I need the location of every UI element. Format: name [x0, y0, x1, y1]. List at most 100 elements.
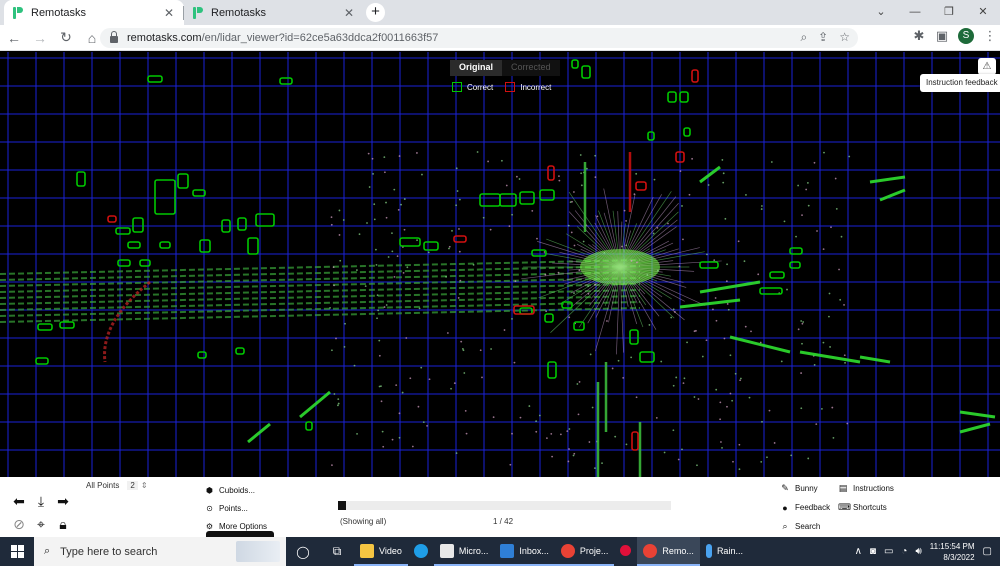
tab-search-icon[interactable]: ⌄: [864, 0, 898, 25]
lidar-point: [398, 155, 401, 157]
taskbar-app-recorder[interactable]: [614, 537, 637, 566]
taskbar-app-microsoft-store[interactable]: Micro...: [433, 537, 495, 566]
browser-tab-1[interactable]: Remotasks ✕: [4, 0, 184, 25]
zoom-icon[interactable]: ⌕: [800, 30, 807, 45]
share-icon[interactable]: ⇪: [818, 30, 828, 45]
taskbar-app-edge[interactable]: [408, 537, 434, 566]
lidar-point: [674, 311, 676, 313]
lidar-point: [621, 245, 623, 248]
lidar-point: [416, 239, 418, 242]
spinner-icon[interactable]: ⇕: [141, 481, 148, 490]
toggle-corrected[interactable]: Corrected: [502, 60, 560, 76]
cortana-icon[interactable]: ◯: [286, 545, 320, 559]
bookmark-star-icon[interactable]: ☆: [839, 30, 850, 45]
lidar-point: [848, 155, 851, 158]
restore-icon[interactable]: ❐: [932, 0, 966, 25]
lidar-point: [831, 406, 834, 409]
points-menu-item[interactable]: ⊙ Points...: [205, 499, 267, 517]
lidar-point: [383, 156, 386, 158]
lidar-point: [501, 159, 503, 162]
lidar-point: [576, 383, 579, 385]
lidar-point: [458, 198, 461, 201]
point-cloud-scene[interactable]: [0, 52, 1000, 477]
feedback-link[interactable]: ● Feedback: [780, 502, 838, 513]
side-panel-icon[interactable]: ▣: [935, 28, 949, 44]
lidar-ground-streak: [0, 301, 641, 317]
address-bar[interactable]: remotasks.com/en/lidar_viewer?id=62ce5a6…: [100, 28, 858, 48]
app-label: Remo...: [662, 545, 694, 556]
notifications-icon[interactable]: ▢: [983, 546, 992, 557]
lidar-point: [568, 428, 571, 430]
lidar-point: [579, 154, 582, 156]
arrow-right-icon[interactable]: ➡: [52, 493, 74, 510]
lidar-point: [330, 216, 333, 219]
cuboids-menu-item[interactable]: ⬢ Cuboids...: [205, 481, 267, 499]
close-window-icon[interactable]: ✕: [966, 0, 1000, 25]
lidar-point: [373, 203, 376, 206]
lidar-point: [738, 443, 741, 446]
lidar-point: [427, 251, 430, 254]
lidar-point: [567, 224, 570, 227]
browser-tab-2[interactable]: Remotasks ✕: [184, 0, 364, 25]
taskbar-app-video[interactable]: Video: [354, 537, 408, 566]
taskbar-app-mail[interactable]: Inbox...: [494, 537, 555, 566]
taskbar-app-chrome-project[interactable]: Proje...: [554, 537, 615, 566]
chevron-up-icon[interactable]: ∧: [855, 546, 862, 557]
lidar-point: [403, 228, 406, 231]
lidar-point: [456, 190, 459, 192]
toggle-original[interactable]: Original: [450, 60, 503, 76]
lidar-point: [757, 273, 760, 276]
wifi-icon[interactable]: ◔: [901, 546, 907, 557]
record-icon: [620, 545, 632, 556]
frame-progress-bar[interactable]: [338, 501, 671, 510]
lidar-point: [393, 275, 396, 278]
shortcuts-link[interactable]: ⌨ Shortcuts: [838, 502, 918, 513]
volume-icon[interactable]: 🔊︎: [915, 546, 921, 557]
lidar-point: [646, 274, 649, 276]
lidar-point: [489, 228, 492, 231]
lidar-point: [482, 216, 485, 219]
arrow-left-icon[interactable]: ⬅: [8, 493, 30, 510]
close-icon[interactable]: ✕: [162, 6, 176, 20]
menu-kebab-icon[interactable]: ⋮: [983, 28, 997, 44]
taskbar-app-rainmeter[interactable]: Rain...: [700, 537, 749, 566]
lock-icon[interactable]: [110, 31, 118, 43]
bunny-link[interactable]: ✎ Bunny: [780, 483, 838, 494]
back-icon[interactable]: ←: [2, 30, 26, 46]
tab-title: Remotasks: [31, 6, 87, 19]
taskbar-search[interactable]: ⌕ Type here to search: [34, 537, 286, 566]
instructions-link[interactable]: ▤ Instructions: [838, 483, 918, 494]
new-tab-button[interactable]: +: [366, 3, 385, 22]
forward-icon[interactable]: →: [28, 30, 52, 46]
lidar-point: [462, 349, 465, 352]
profile-avatar[interactable]: S: [958, 28, 974, 44]
lock-icon[interactable]: 🔒︎: [52, 516, 74, 533]
frame-filter-label: (Showing all): [340, 517, 387, 526]
lidar-point: [770, 161, 773, 163]
lidar-point: [487, 160, 489, 163]
task-view-icon[interactable]: ⧉: [320, 544, 354, 559]
reload-icon[interactable]: ↻: [54, 29, 78, 46]
compass-icon[interactable]: ⊘: [8, 516, 30, 533]
lidar-point: [760, 205, 763, 207]
taskbar-app-chrome-remotasks[interactable]: Remo...: [637, 537, 700, 566]
search-link[interactable]: ⌕ Search: [780, 521, 838, 532]
minimize-icon[interactable]: —: [898, 0, 932, 25]
lidar-point: [457, 297, 460, 299]
network-icon[interactable]: ▭: [884, 546, 893, 557]
legend-incorrect-swatch: [505, 82, 516, 92]
all-points-selector[interactable]: All Points 2 ⇕: [86, 481, 148, 490]
camera-icon[interactable]: ◙: [870, 546, 876, 557]
lidar-viewer-canvas[interactable]: Original Corrected Correct Incorrect ⚠ I…: [0, 52, 1000, 477]
all-points-count[interactable]: 2: [127, 481, 138, 490]
lidar-point: [375, 263, 378, 266]
lidar-point: [660, 360, 663, 363]
arrow-down-to-line-icon[interactable]: ⤓: [30, 493, 52, 510]
close-icon[interactable]: ✕: [342, 6, 356, 20]
extensions-icon[interactable]: ✱: [912, 28, 926, 44]
lidar-annotation-streak: [699, 165, 721, 184]
instruction-feedback-button[interactable]: ⚠: [978, 58, 996, 75]
start-button[interactable]: [0, 537, 34, 566]
system-clock[interactable]: 11:15:54 PM 8/3/2022: [930, 541, 975, 563]
crosshair-icon[interactable]: ⌖: [30, 516, 52, 533]
